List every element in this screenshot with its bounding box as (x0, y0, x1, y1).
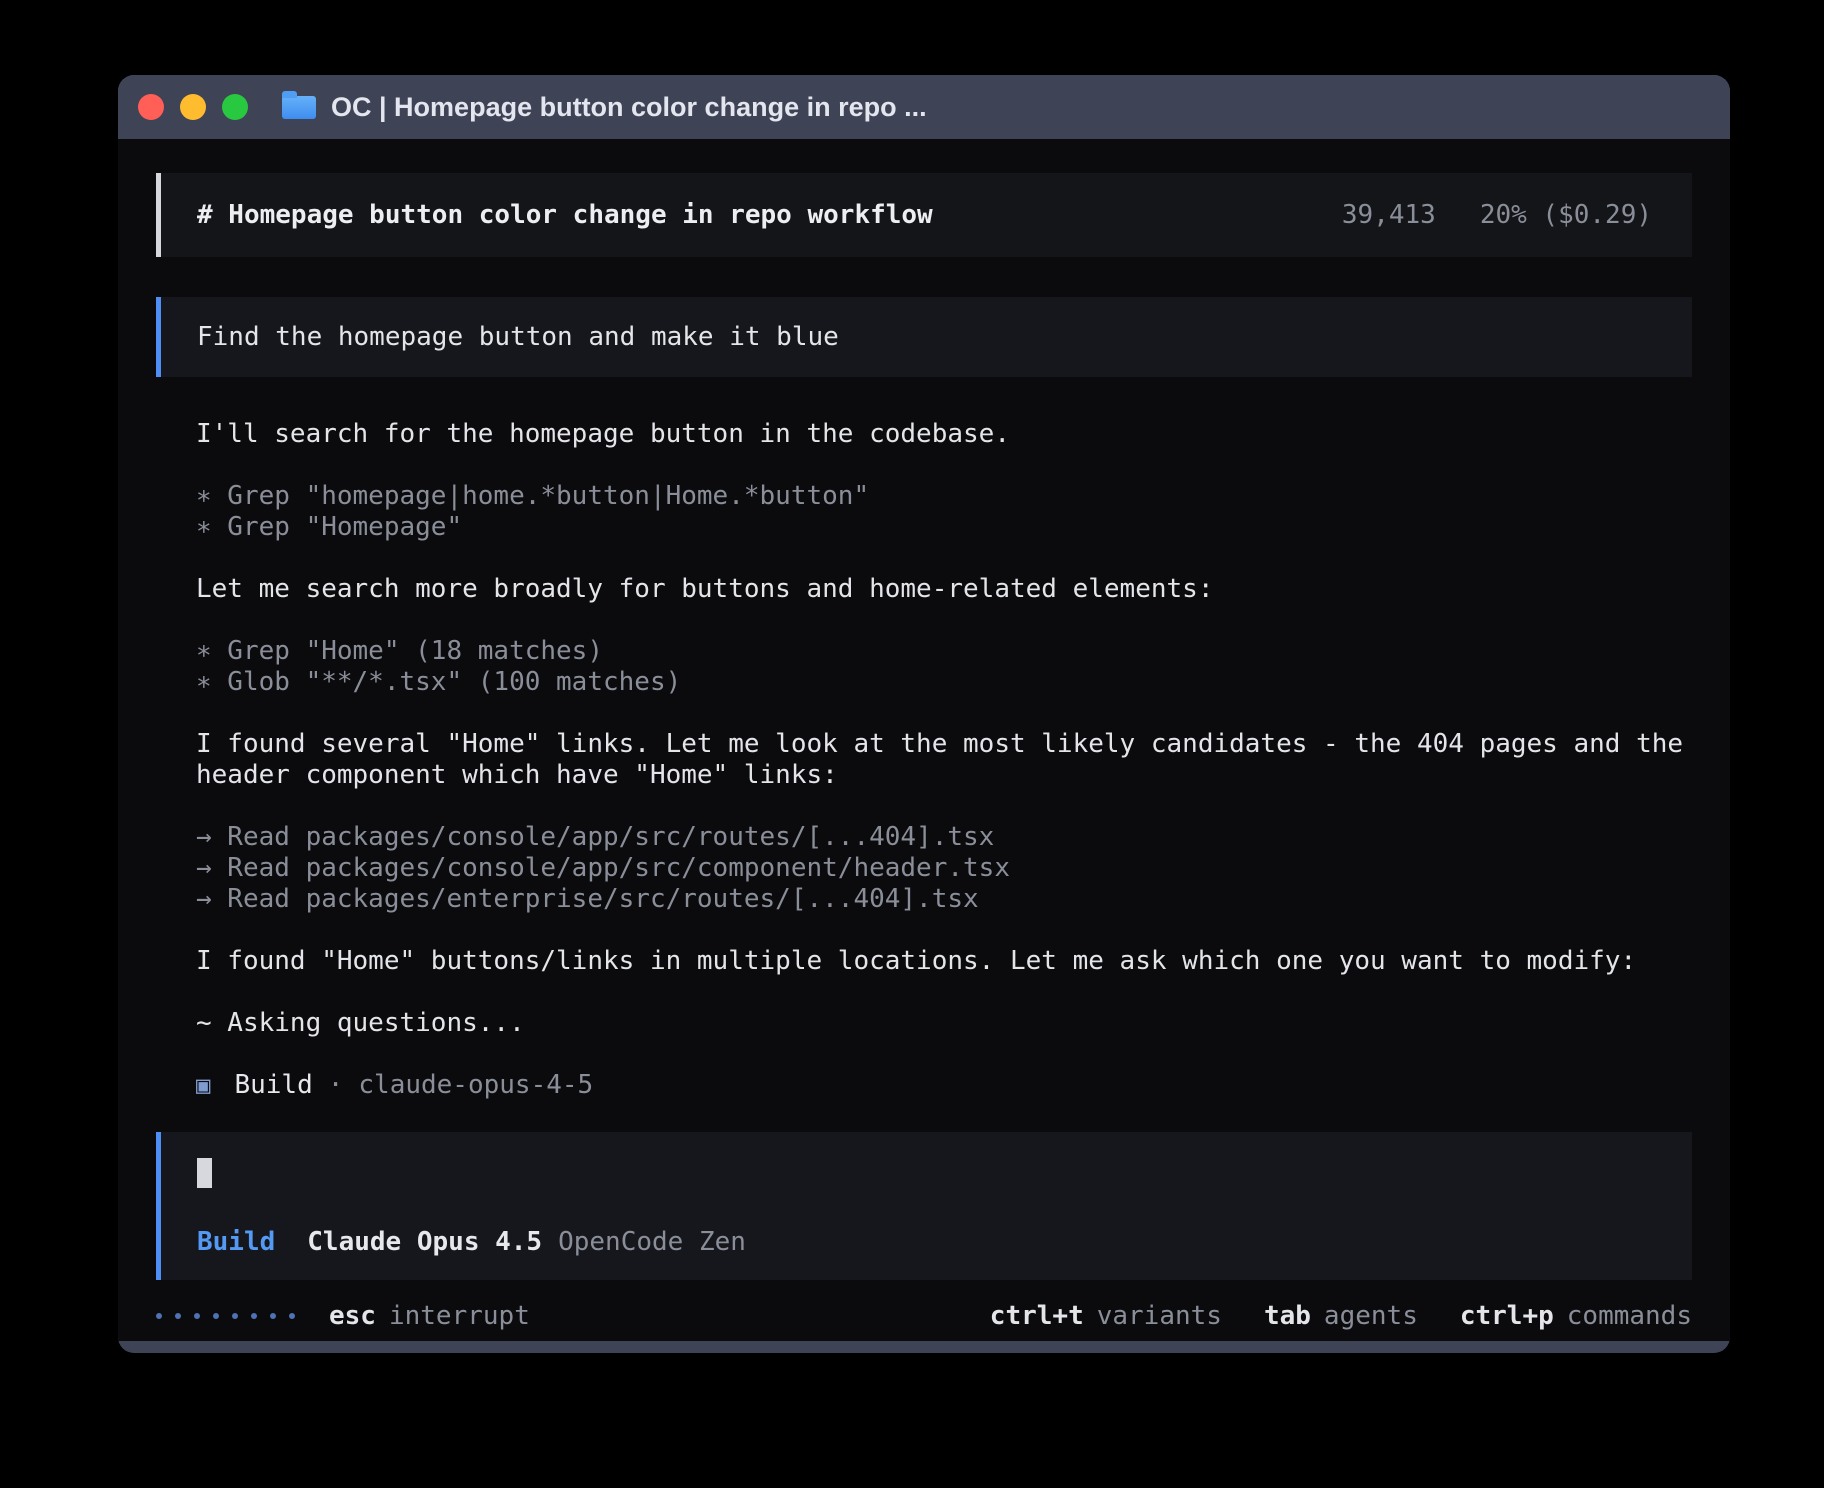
status-bar-left: esc interrupt (156, 1301, 530, 1332)
assistant-text-line: I found "Home" buttons/links in multiple… (196, 946, 1692, 977)
tool-call-line: → Read packages/console/app/src/routes/[… (196, 822, 1692, 853)
key-label: ctrl+p (1460, 1301, 1554, 1332)
close-button[interactable] (138, 94, 164, 120)
assistant-text-line: I found several "Home" links. Let me loo… (196, 729, 1692, 791)
interrupt-hint: esc interrupt (329, 1301, 530, 1332)
hint-label: commands (1567, 1301, 1692, 1332)
progress-dot (175, 1313, 181, 1319)
assistant-text-line: Let me search more broadly for buttons a… (196, 574, 1692, 605)
tool-call-line: ∗ Grep "Home" (18 matches) (196, 636, 1692, 667)
agent-name: Build (234, 1070, 312, 1101)
key-label: ctrl+t (990, 1301, 1084, 1332)
agent-status: ▣ Build · claude-opus-4-5 (156, 1070, 1692, 1101)
assistant-text: ~ Asking questions... (196, 1008, 1692, 1039)
tool-call-line: → Read packages/enterprise/src/routes/[.… (196, 884, 1692, 915)
assistant-text-line: ~ Asking questions... (196, 1008, 1692, 1039)
progress-dot (156, 1313, 162, 1319)
agents-hint: tab agents (1264, 1301, 1418, 1332)
input-status-line: Build Claude Opus 4.5 OpenCode Zen (197, 1227, 1656, 1258)
commands-hint: ctrl+p commands (1460, 1301, 1692, 1332)
agent-model-name: claude-opus-4-5 (358, 1070, 593, 1101)
model-label: Claude Opus 4.5 (307, 1227, 542, 1258)
provider-label: OpenCode Zen (558, 1227, 746, 1258)
tool-call-line: → Read packages/console/app/src/componen… (196, 853, 1692, 884)
key-label: tab (1264, 1301, 1311, 1332)
progress-dot (289, 1313, 295, 1319)
context-usage: 20% ($0.29) (1480, 200, 1652, 231)
tool-call-group: → Read packages/console/app/src/routes/[… (196, 822, 1692, 915)
token-count: 39,413 (1342, 200, 1436, 231)
tool-call-line: ∗ Grep "homepage|home.*button|Home.*butt… (196, 481, 1692, 512)
progress-dot (251, 1313, 257, 1319)
assistant-text: Let me search more broadly for buttons a… (196, 574, 1692, 605)
variants-hint: ctrl+t variants (990, 1301, 1222, 1332)
progress-dot (232, 1313, 238, 1319)
agent-separator: · (328, 1070, 344, 1101)
minimize-button[interactable] (180, 94, 206, 120)
hint-label: variants (1097, 1301, 1222, 1332)
traffic-lights (138, 94, 248, 120)
window-titlebar[interactable]: OC | Homepage button color change in rep… (118, 75, 1730, 139)
prompt-input[interactable]: Build Claude Opus 4.5 OpenCode Zen (156, 1132, 1692, 1280)
session-stats: 39,413 20% ($0.29) (1342, 200, 1652, 231)
progress-dot (213, 1313, 219, 1319)
folder-icon (282, 96, 316, 119)
tool-call-group: ∗ Grep "Home" (18 matches)∗ Glob "**/*.t… (196, 636, 1692, 698)
hint-label: agents (1324, 1301, 1418, 1332)
session-header: # Homepage button color change in repo w… (156, 173, 1692, 257)
terminal-content: # Homepage button color change in repo w… (118, 139, 1730, 1341)
tool-call-line: ∗ Glob "**/*.tsx" (100 matches) (196, 667, 1692, 698)
assistant-text: I'll search for the homepage button in t… (196, 419, 1692, 450)
status-bar-right: ctrl+t variants tab agents ctrl+p commands (990, 1301, 1692, 1332)
assistant-text: I found several "Home" links. Let me loo… (196, 729, 1692, 791)
interrupt-label: interrupt (389, 1301, 530, 1332)
terminal-window: OC | Homepage button color change in rep… (118, 75, 1730, 1353)
zoom-button[interactable] (222, 94, 248, 120)
status-bar: esc interrupt ctrl+tvariantstabagentsctr… (156, 1296, 1692, 1336)
window-title: OC | Homepage button color change in rep… (331, 92, 927, 123)
assistant-text: I found "Home" buttons/links in multiple… (196, 946, 1692, 977)
progress-dot (270, 1313, 276, 1319)
tool-call-line: ∗ Grep "Homepage" (196, 512, 1692, 543)
agent-icon: ▣ (196, 1070, 210, 1101)
mode-label: Build (197, 1227, 275, 1258)
text-cursor (197, 1158, 212, 1188)
tool-call-group: ∗ Grep "homepage|home.*button|Home.*butt… (196, 481, 1692, 543)
user-message-text: Find the homepage button and make it blu… (197, 322, 839, 353)
session-title: # Homepage button color change in repo w… (197, 200, 933, 231)
user-message: Find the homepage button and make it blu… (156, 297, 1692, 377)
conversation-log: I'll search for the homepage button in t… (156, 419, 1692, 1039)
assistant-text-line: I'll search for the homepage button in t… (196, 419, 1692, 450)
progress-dots (156, 1313, 295, 1319)
progress-dot (194, 1313, 200, 1319)
esc-key-label: esc (329, 1301, 376, 1332)
